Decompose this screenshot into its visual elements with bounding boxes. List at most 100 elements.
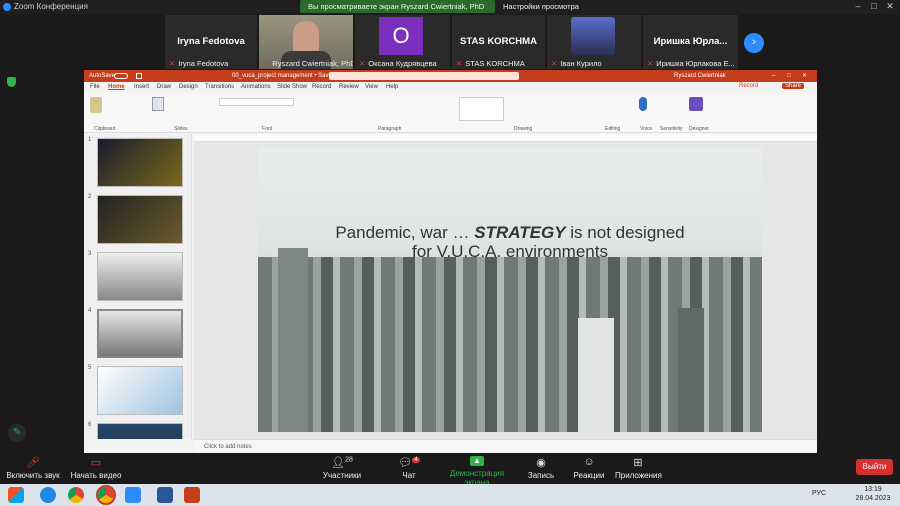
slide-number: 2: [88, 194, 92, 200]
ribbon-tabs: File Home Insert Draw Design Transitions…: [84, 82, 817, 93]
paste-icon[interactable]: [90, 97, 102, 113]
group-sensitivity: Sensitivity: [660, 126, 683, 132]
minimize-icon[interactable]: –: [850, 0, 866, 13]
participant-tile[interactable]: О ✕ Оксана Кудрявцева: [355, 15, 450, 69]
participant-tile[interactable]: ✕ Іван Курило: [547, 15, 641, 69]
tab-file[interactable]: File: [90, 84, 100, 90]
start-video-label: Начать видео: [70, 471, 122, 480]
participant-name-display: Iryna Fedotova: [177, 36, 245, 47]
group-slides: Slides: [174, 126, 188, 132]
start-video-button[interactable]: ▭ Начать видео: [70, 456, 122, 480]
participant-tile[interactable]: Iryna Fedotova ✕ Iryna Fedotova: [165, 15, 257, 69]
group-drawing: Drawing: [514, 126, 533, 132]
group-editing: Editing: [605, 126, 621, 132]
share-screen-button[interactable]: ▲ Демонстрация экрана: [438, 456, 516, 487]
slide-title-strategy: STRATEGY: [474, 223, 566, 242]
mic-muted-icon: 🎤︎: [26, 457, 40, 469]
ppt-close-icon[interactable]: ✕: [802, 70, 807, 82]
autosave-toggle[interactable]: [114, 73, 128, 79]
maximize-icon[interactable]: □: [866, 0, 882, 13]
windows-start-icon[interactable]: [8, 487, 24, 503]
edge-icon[interactable]: [40, 487, 56, 503]
tab-review[interactable]: Review: [339, 84, 359, 90]
security-shield-icon[interactable]: [7, 77, 16, 87]
designer-icon[interactable]: [689, 97, 703, 111]
tab-slide-show[interactable]: Slide Show: [277, 84, 307, 90]
group-voice: Voice: [640, 126, 653, 132]
word-icon[interactable]: [157, 487, 173, 503]
muted-mic-icon: ✕: [456, 59, 463, 68]
notes-pane[interactable]: Click to add notes: [194, 439, 817, 453]
slide-thumbnail-6[interactable]: [97, 423, 183, 439]
new-slide-icon[interactable]: [152, 97, 164, 111]
horizontal-ruler: [194, 134, 817, 142]
unmute-button[interactable]: 🎤︎ Включить звук: [4, 456, 62, 480]
notes-placeholder: Click to add notes: [204, 444, 252, 450]
slide-title[interactable]: Pandemic, war … STRATEGY is not designed…: [258, 223, 762, 261]
tab-help[interactable]: Help: [386, 84, 398, 90]
slide-thumbnail-3[interactable]: [97, 252, 183, 301]
language-indicator[interactable]: РУС: [812, 490, 826, 497]
search-box[interactable]: [329, 72, 519, 80]
slide-thumbnail-2[interactable]: [97, 195, 183, 244]
close-icon[interactable]: ✕: [882, 0, 898, 13]
slide-number: 5: [88, 365, 92, 371]
tab-transitions[interactable]: Transitions: [205, 84, 234, 90]
participants-label: Участники: [322, 471, 362, 480]
record-meeting-label: Запись: [527, 471, 555, 480]
font-box[interactable]: [219, 98, 294, 106]
shapes-gallery[interactable]: [459, 97, 504, 121]
slide-number: 3: [88, 251, 92, 257]
slide-thumbnail-5[interactable]: [97, 366, 183, 415]
muted-mic-icon: ✕: [263, 59, 270, 68]
group-designer: Designer: [689, 126, 710, 132]
slide-number: 4: [88, 308, 92, 314]
chat-button[interactable]: 💬︎ 4 Чат: [398, 456, 420, 480]
participant-tile[interactable]: STAS KORCHMA ✕ STAS KORCHMA: [452, 15, 545, 69]
tab-insert[interactable]: Insert: [134, 84, 149, 90]
tab-animations[interactable]: Animations: [241, 84, 271, 90]
save-icon[interactable]: [136, 73, 142, 79]
slide-thumbnail-4-selected[interactable]: [97, 309, 183, 358]
clock-date: 28.04.2023: [855, 495, 891, 502]
participant-tile[interactable]: Иришка Юрла... ✕ Иришка Юрлакова Е...: [643, 15, 738, 69]
chat-label: Чат: [402, 471, 416, 480]
apps-label: Приложения: [615, 471, 662, 480]
tab-home[interactable]: Home: [108, 84, 125, 90]
tab-view[interactable]: View: [365, 84, 378, 90]
tab-draw[interactable]: Draw: [157, 84, 171, 90]
slide-number: 6: [88, 422, 92, 428]
next-page-arrow-icon[interactable]: ›: [744, 33, 764, 53]
zoom-taskbar-icon[interactable]: [125, 487, 141, 503]
tab-design[interactable]: Design: [179, 84, 198, 90]
participant-tile-video[interactable]: ✕ Ryszard Cwiertniak, PhD: [259, 15, 353, 69]
slide-title-text-end: is not designed: [570, 223, 685, 242]
share-button[interactable]: Share: [782, 83, 805, 89]
muted-mic-icon: ✕: [359, 59, 366, 68]
slide-title-text: Pandemic, war …: [335, 223, 470, 242]
tab-record[interactable]: Record: [312, 84, 331, 90]
view-options-menu[interactable]: Настройки просмотра: [503, 2, 579, 11]
ppt-user-name: Ryszard Cwiertniak: [674, 73, 726, 79]
clock[interactable]: 13:19 28.04.2023: [850, 485, 896, 503]
leave-button[interactable]: Выйти: [856, 459, 893, 475]
slide-thumbnail-1[interactable]: [97, 138, 183, 187]
chrome-icon-2[interactable]: [96, 485, 116, 505]
apps-button[interactable]: ⊞ Приложения: [615, 456, 662, 480]
smiley-icon: ☺: [583, 456, 595, 468]
share-screen-icon: ▲: [470, 456, 484, 466]
app-title: Zoom Конференция: [14, 2, 88, 11]
clock-time: 13:19: [864, 486, 882, 493]
ppt-restore-icon[interactable]: □: [787, 70, 791, 82]
dictate-icon[interactable]: [639, 97, 647, 111]
record-button[interactable]: Record: [739, 83, 758, 89]
participant-caption: Іван Курило: [560, 59, 602, 68]
participants-button[interactable]: 👤︎28 Участники: [322, 456, 362, 480]
annotate-pen-icon[interactable]: ✎: [8, 424, 26, 442]
ppt-minimize-icon[interactable]: –: [772, 70, 775, 82]
chrome-icon[interactable]: [68, 487, 84, 503]
current-slide[interactable]: Pandemic, war … STRATEGY is not designed…: [258, 148, 762, 432]
record-meeting-button[interactable]: ◉ Запись: [527, 456, 555, 480]
powerpoint-icon[interactable]: [184, 487, 200, 503]
reactions-button[interactable]: ☺ Реакции: [573, 456, 605, 480]
